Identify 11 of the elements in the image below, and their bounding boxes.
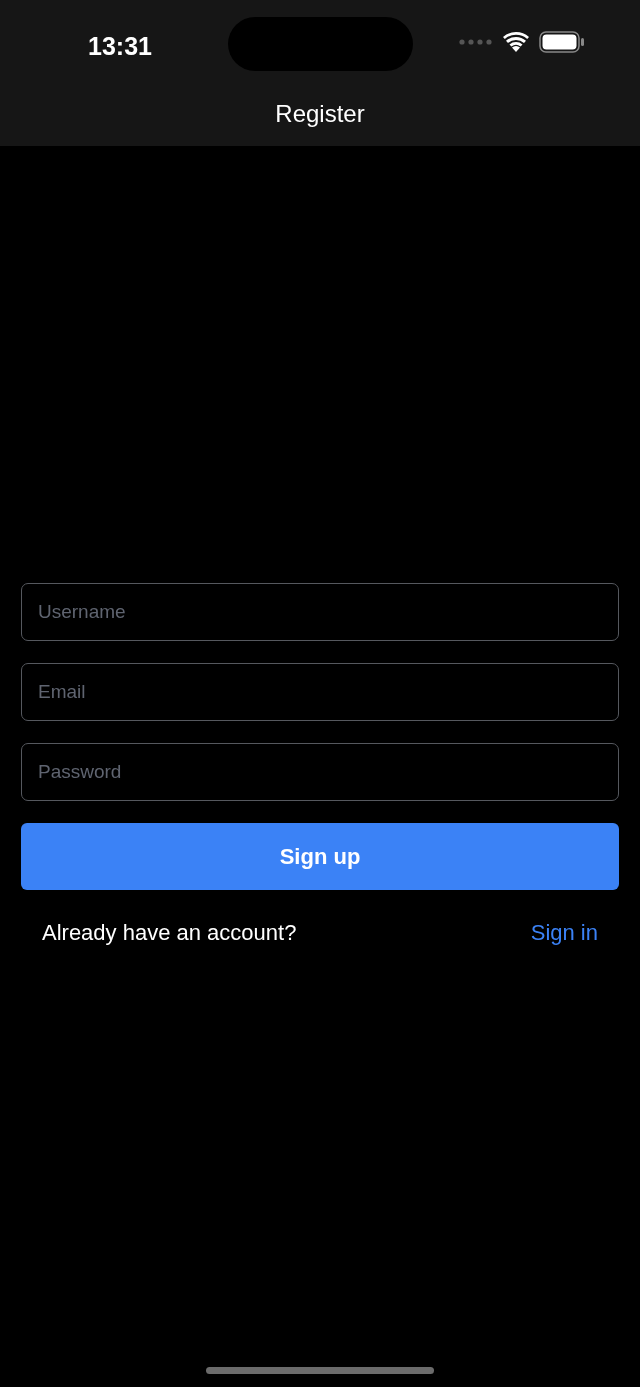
signal-icon (459, 39, 493, 45)
account-prompt: Already have an account? (42, 919, 297, 947)
battery-icon (539, 31, 585, 53)
screen-title: Register (274, 99, 366, 129)
input-field[interactable]: Username (21, 583, 619, 641)
sign-up-button[interactable]: Sign up (21, 823, 619, 890)
input-field[interactable]: Password (21, 743, 619, 801)
sign-in-link[interactable]: Sign in (530, 916, 598, 949)
input-field[interactable]: Email (21, 663, 619, 721)
wifi-icon (503, 32, 529, 52)
status-time: 13:31 (88, 31, 152, 62)
